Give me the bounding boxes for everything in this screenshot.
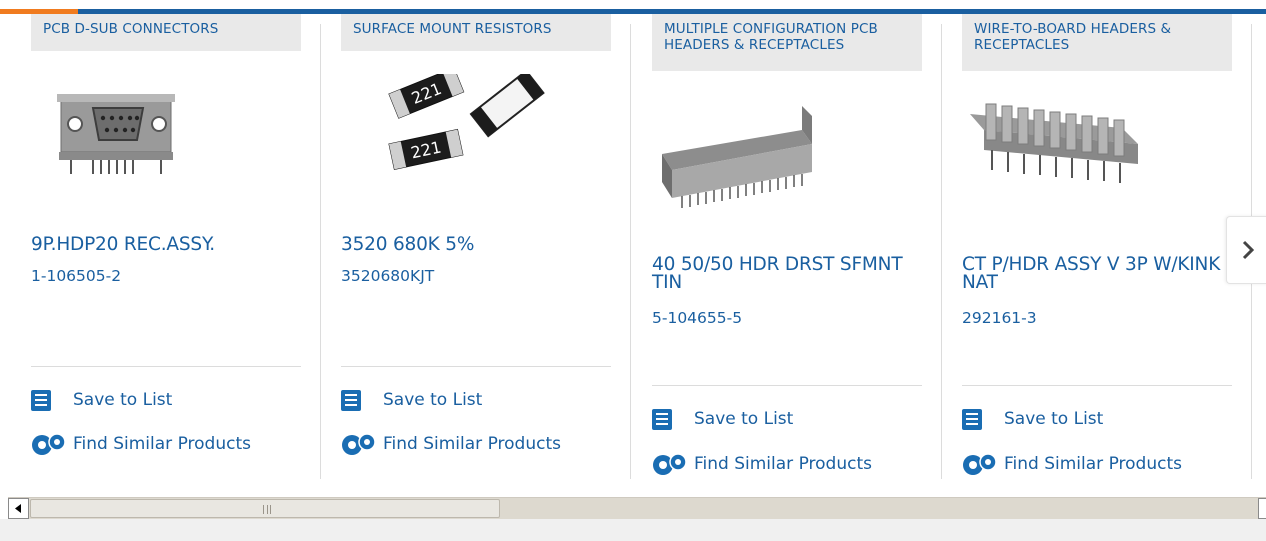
find-similar-label: Find Similar Products	[1004, 454, 1182, 474]
save-to-list-label: Save to List	[383, 390, 483, 410]
save-to-list-label: Save to List	[1004, 409, 1104, 429]
category-tag[interactable]: WIRE-TO-BOARD HEADERS & RECEPTACLES	[962, 14, 1232, 71]
gears-icon	[963, 453, 997, 475]
save-to-list-button[interactable]: Save to List	[652, 406, 793, 432]
find-similar-button[interactable]: Find Similar Products	[341, 431, 561, 457]
scrollbar-grip	[263, 505, 271, 514]
part-number[interactable]: 1-106505-2	[31, 267, 121, 285]
save-to-list-button[interactable]: Save to List	[962, 406, 1103, 432]
product-title[interactable]: 40 50/50 HDR DRST SFMNT TIN	[652, 255, 922, 292]
triangle-left-icon	[15, 504, 21, 513]
product-carousel: PCB D-SUB CONNECTORS 9P.HDP20 REC.ASSY. …	[0, 0, 1266, 492]
part-number[interactable]: 5-104655-5	[652, 309, 742, 327]
pcb-header-image[interactable]	[652, 94, 922, 234]
save-to-list-button[interactable]: Save to List	[341, 387, 482, 413]
category-tag[interactable]: SURFACE MOUNT RESISTORS	[341, 14, 611, 51]
gears-icon	[342, 433, 376, 455]
divider	[652, 385, 922, 386]
save-to-list-button[interactable]: Save to List	[31, 387, 172, 413]
save-to-list-label: Save to List	[694, 409, 794, 429]
part-number[interactable]: 3520680KJT	[341, 267, 434, 285]
find-similar-label: Find Similar Products	[73, 434, 251, 454]
gears-icon	[653, 453, 687, 475]
product-card: SURFACE MOUNT RESISTORS 221 221 3520 680…	[321, 14, 631, 490]
smd-resistor-image[interactable]: 221 221	[341, 74, 611, 214]
find-similar-button[interactable]: Find Similar Products	[31, 431, 251, 457]
product-card: MULTIPLE CONFIGURATION PCB HEADERS & REC…	[632, 14, 942, 490]
product-card: WIRE-TO-BOARD HEADERS & RECEPTACLES CT P…	[942, 14, 1252, 490]
product-title[interactable]: CT P/HDR ASSY V 3P W/KINK NAT	[962, 255, 1232, 292]
find-similar-label: Find Similar Products	[383, 434, 561, 454]
d-sub-connector-image[interactable]	[31, 74, 301, 214]
chevron-right-icon	[1242, 240, 1254, 260]
category-tag[interactable]: PCB D-SUB CONNECTORS	[31, 14, 301, 51]
product-title[interactable]: 3520 680K 5%	[341, 235, 611, 254]
scroll-left-button[interactable]	[8, 498, 29, 519]
checklist-icon	[652, 408, 672, 430]
divider	[962, 385, 1232, 386]
find-similar-label: Find Similar Products	[694, 454, 872, 474]
checklist-icon	[341, 389, 361, 411]
checklist-icon	[962, 408, 982, 430]
carousel-next-button[interactable]	[1226, 216, 1266, 284]
gears-icon	[32, 433, 66, 455]
product-card: PCB D-SUB CONNECTORS 9P.HDP20 REC.ASSY. …	[11, 14, 321, 490]
product-title[interactable]: 9P.HDP20 REC.ASSY.	[31, 235, 301, 254]
divider	[31, 366, 301, 367]
bottom-bar	[0, 519, 1266, 541]
scroll-right-button[interactable]	[1258, 498, 1266, 519]
find-similar-button[interactable]: Find Similar Products	[962, 451, 1182, 477]
horizontal-scrollbar[interactable]	[8, 497, 1266, 519]
save-to-list-label: Save to List	[73, 390, 173, 410]
divider	[341, 366, 611, 367]
category-tag[interactable]: MULTIPLE CONFIGURATION PCB HEADERS & REC…	[652, 14, 922, 71]
wire-to-board-header-image[interactable]	[962, 94, 1232, 234]
checklist-icon	[31, 389, 51, 411]
find-similar-button[interactable]: Find Similar Products	[652, 451, 872, 477]
part-number[interactable]: 292161-3	[962, 309, 1037, 327]
scrollbar-thumb[interactable]	[30, 499, 500, 518]
card-separator	[630, 24, 631, 479]
